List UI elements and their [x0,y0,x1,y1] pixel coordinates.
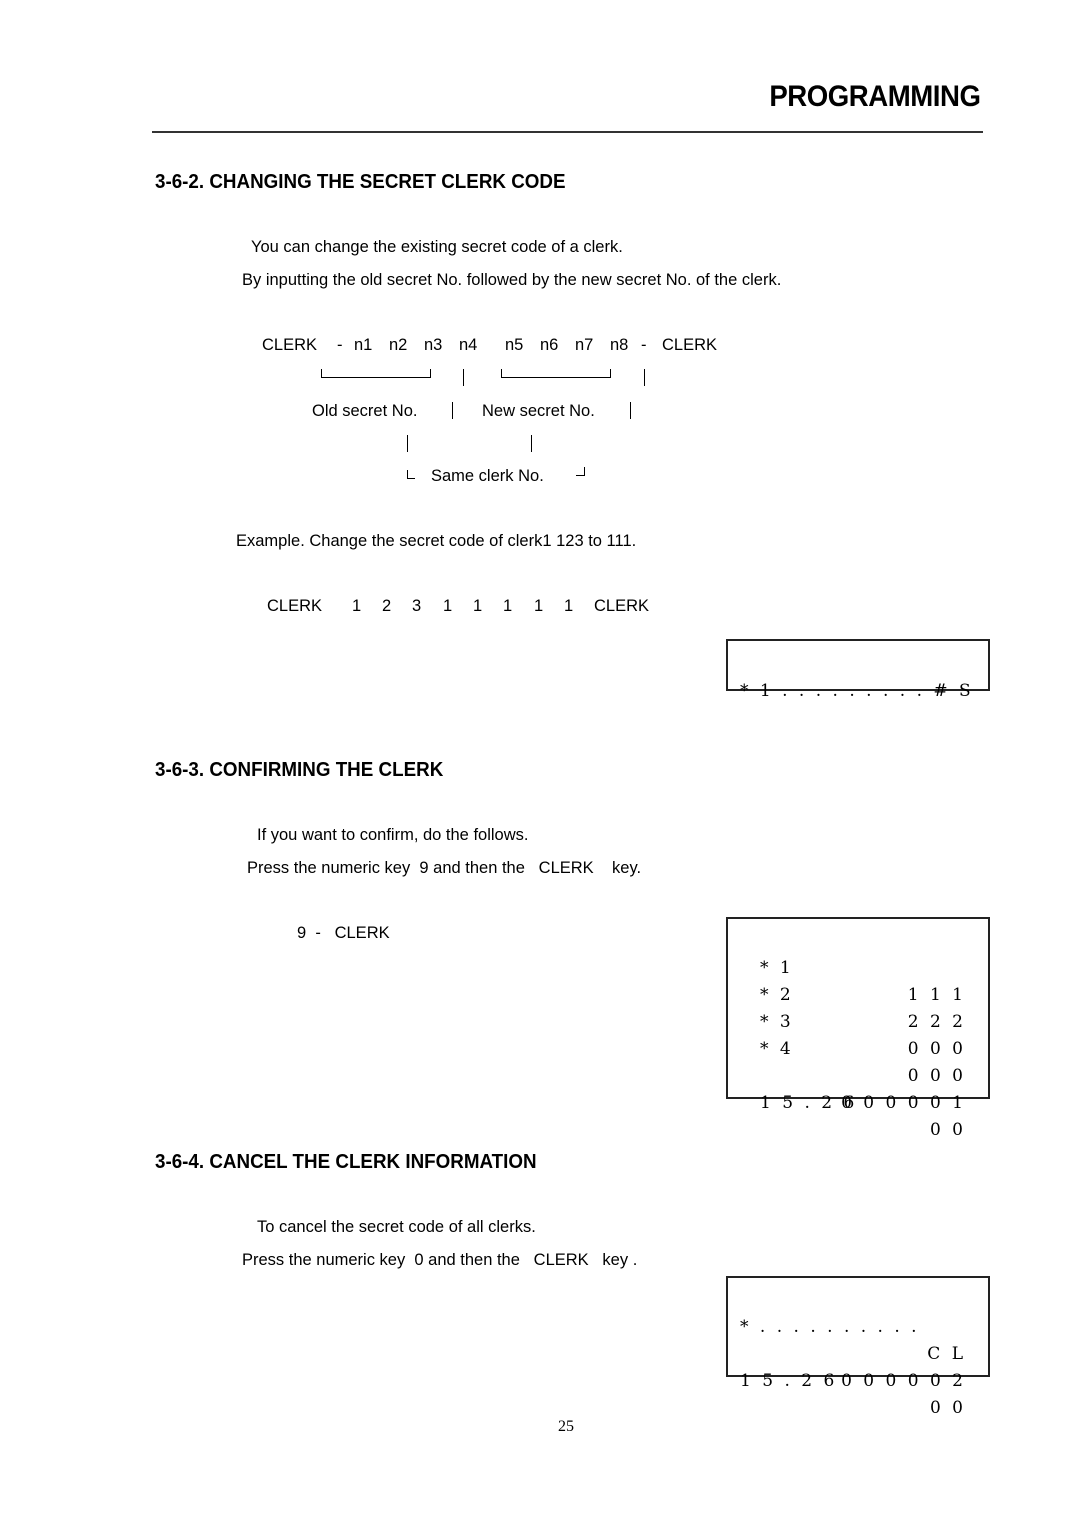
lcd-row: * . . . . . . . . . . C L [728,1287,988,1364]
lcd-row: * 2 2 2 2 [728,955,988,1032]
page-header-title: PROGRAMMING [768,80,981,113]
connector-line [407,435,408,452]
key-sequence-confirm: 9 - CLERK [297,924,390,942]
label-new-secret-no: New secret No. [482,402,595,420]
paragraph: Press the numeric key 9 and then the CLE… [247,859,642,877]
bracket-tick [584,467,585,476]
connector-line [463,369,464,386]
section-heading-changing-secret-code: 3-6-2. CHANGING THE SECRET CLERK CODE [155,171,566,193]
diagram-n7: n7 [575,336,594,354]
lcd-row: * 4 0 0 0 [728,1009,988,1086]
page-number: 25 [558,1418,574,1435]
key-digit: 3 [412,597,422,615]
paragraph: By inputting the old secret No. followed… [242,271,782,289]
lcd-right: 0 0 0 0 0 1 [841,1093,966,1113]
bracket-corner [407,478,415,479]
section-heading-cancel-clerk: 3-6-4. CANCEL THE CLERK INFORMATION [155,1151,537,1173]
label-same-clerk-no: Same clerk No. [431,467,544,485]
bracket-tick [610,369,611,377]
lcd-right: 0 0 [929,1398,966,1418]
connector-line [531,435,532,452]
connector-line [452,402,453,419]
diagram-key-clerk-end: CLERK [662,336,718,354]
lcd-left: 1 5 . 2 6 [760,1093,858,1113]
key-digit: 1 [352,597,362,615]
header-divider [152,131,983,133]
key-digit: 1 [534,597,544,615]
key-clerk: CLERK [267,597,323,615]
paragraph: To cancel the secret code of all clerks. [257,1218,536,1236]
key-digit: 1 [564,597,574,615]
diagram-n8: n8 [610,336,629,354]
lcd-right: 0 0 0 0 0 2 [841,1371,966,1391]
connector-line [630,402,631,419]
lcd-line: * 1 . . . . . . . . . # S [740,681,974,701]
connector-line [644,369,645,386]
lcd-row: 0 0 0 0 0 1 [728,1036,988,1113]
bracket-old-secret [321,377,431,378]
key-digit: 1 [473,597,483,615]
lcd-row: 1 5 . 2 6 0 0 [728,1063,988,1140]
lcd-left: 1 5 . 2 6 [740,1371,838,1391]
key-digit: 2 [382,597,392,615]
lcd-row: 1 5 . 2 6 0 0 [728,1341,988,1418]
diagram-n5: n5 [505,336,524,354]
paragraph: Press the numeric key 0 and then the CLE… [242,1251,638,1269]
diagram-n6: n6 [540,336,559,354]
bracket-tick [407,470,408,478]
bracket-new-secret [501,377,611,378]
lcd-display-confirm: * 1 1 1 1 * 2 2 2 2 * 3 0 0 0 * 4 0 0 0 … [726,917,990,1140]
lcd-row: * 1 1 1 1 [728,928,988,1005]
paragraph: You can change the existing secret code … [251,238,623,256]
diagram-n1: n1 [354,336,373,354]
lcd-right: 0 0 [929,1120,966,1140]
diagram-n2: n2 [389,336,408,354]
bracket-tick [430,369,431,377]
bracket-corner [576,475,584,476]
lcd-row: * 3 0 0 0 [728,982,988,1059]
lcd-display-cancel: * . . . . . . . . . . C L 0 0 0 0 0 2 1 … [726,1276,990,1418]
diagram-key-clerk-start: CLERK [262,336,318,354]
bracket-tick [321,369,322,377]
key-digit: 1 [443,597,453,615]
key-digit: 1 [503,597,513,615]
diagram-n3: n3 [424,336,443,354]
paragraph: If you want to confirm, do the follows. [257,826,529,844]
diagram-dash: - [641,336,647,354]
label-old-secret-no: Old secret No. [312,402,418,420]
bracket-tick [501,369,502,377]
section-heading-confirming-clerk: 3-6-3. CONFIRMING THE CLERK [155,759,444,781]
lcd-row: 0 0 0 0 0 2 [728,1314,988,1391]
diagram-n4: n4 [459,336,478,354]
lcd-display-change-code: * 1 . . . . . . . . . # S [726,639,990,701]
example-text: Example. Change the secret code of clerk… [236,532,637,550]
key-clerk: CLERK [594,597,650,615]
diagram-dash: - [337,336,343,354]
